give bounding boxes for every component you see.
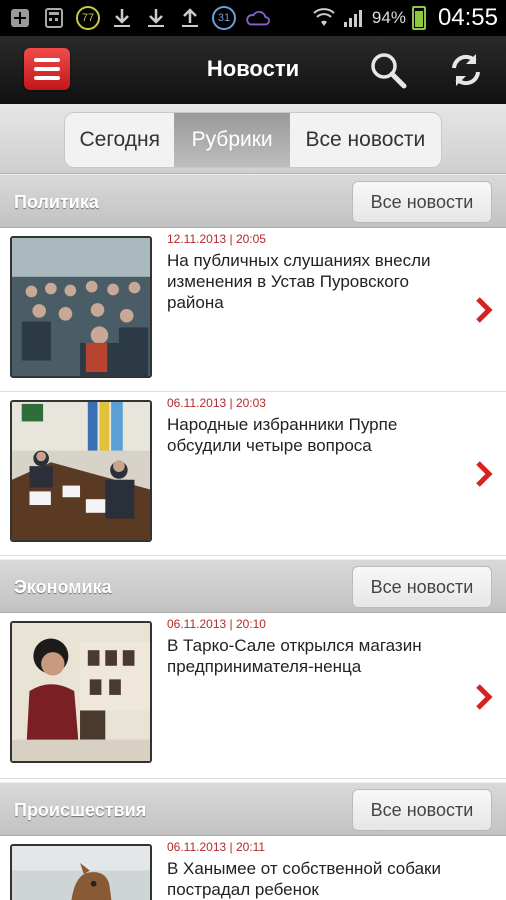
news-date: 06.11.2013 | 20:10: [167, 617, 266, 631]
battery-percent: 94%: [371, 8, 406, 27]
section-title: Экономика: [14, 577, 112, 597]
tab-all-news[interactable]: Все новости: [290, 113, 441, 167]
section-header-incidents: Происшествия Все новости: [0, 782, 506, 836]
news-date: 06.11.2013 | 20:11: [167, 840, 266, 854]
search-button[interactable]: [368, 50, 408, 90]
battery-icon: [411, 6, 426, 30]
refresh-button[interactable]: [446, 50, 486, 90]
news-headline: Народные избранники Пурпе обсудили четыр…: [167, 415, 398, 455]
download-icon: [110, 7, 134, 29]
segmented-control: Сегодня Рубрики Все новости: [64, 112, 442, 168]
page-title: Новости: [206, 56, 300, 81]
all-news-button[interactable]: Все новости: [352, 789, 492, 831]
news-item[interactable]: 06.11.2013 | 20:11 В Ханымее от собствен…: [0, 836, 506, 900]
news-date: 06.11.2013 | 20:03: [167, 396, 266, 410]
news-headline: В Тарко-Сале открылся магазин предприним…: [167, 636, 422, 676]
news-photo: [10, 400, 152, 542]
all-news-button[interactable]: Все новости: [352, 566, 492, 608]
status-bar: 77 31 94% 04:55: [0, 0, 506, 36]
section-header-economy: Экономика Все новости: [0, 559, 506, 613]
tabs-bar: Сегодня Рубрики Все новости: [0, 104, 506, 174]
section-header-politics: Политика Все новости: [0, 174, 506, 228]
count-badge-icon: 77: [76, 6, 100, 30]
news-item[interactable]: 12.11.2013 | 20:05 На публичных слушания…: [0, 228, 506, 392]
download-icon: [144, 7, 168, 29]
search-icon: [371, 53, 407, 89]
all-news-button[interactable]: Все новости: [352, 181, 492, 223]
refresh-icon: [452, 54, 480, 86]
news-date: 12.11.2013 | 20:05: [167, 232, 266, 246]
weather-cloud-icon: [246, 7, 270, 29]
tab-rubrics[interactable]: Рубрики: [174, 113, 290, 167]
news-headline: На публичных слушаниях внесли изменения …: [167, 251, 431, 312]
news-photo: [10, 844, 152, 900]
section-title: Происшествия: [14, 800, 147, 820]
clock: 04:55: [437, 4, 498, 31]
tab-today[interactable]: Сегодня: [65, 113, 174, 167]
news-item[interactable]: 06.11.2013 | 20:03 Народные избранники П…: [0, 392, 506, 556]
calculator-icon: [42, 7, 66, 29]
action-bar: Новости: [0, 36, 506, 104]
news-item[interactable]: 06.11.2013 | 20:10 В Тарко-Сале открылся…: [0, 613, 506, 779]
chevron-right-icon: [476, 297, 493, 323]
news-photo: [10, 621, 152, 763]
add-icon: [8, 7, 32, 29]
calendar-badge-icon: 31: [212, 6, 236, 30]
signal-icon: [342, 7, 366, 29]
section-title: Политика: [14, 192, 99, 212]
news-photo: [10, 236, 152, 378]
notification-icons: 77 31: [8, 6, 270, 30]
news-headline: В Ханымее от собственной собаки пострада…: [167, 859, 441, 899]
chevron-right-icon: [476, 684, 493, 710]
wifi-icon: [312, 7, 336, 29]
chevron-right-icon: [476, 461, 493, 487]
upload-icon: [178, 7, 202, 29]
